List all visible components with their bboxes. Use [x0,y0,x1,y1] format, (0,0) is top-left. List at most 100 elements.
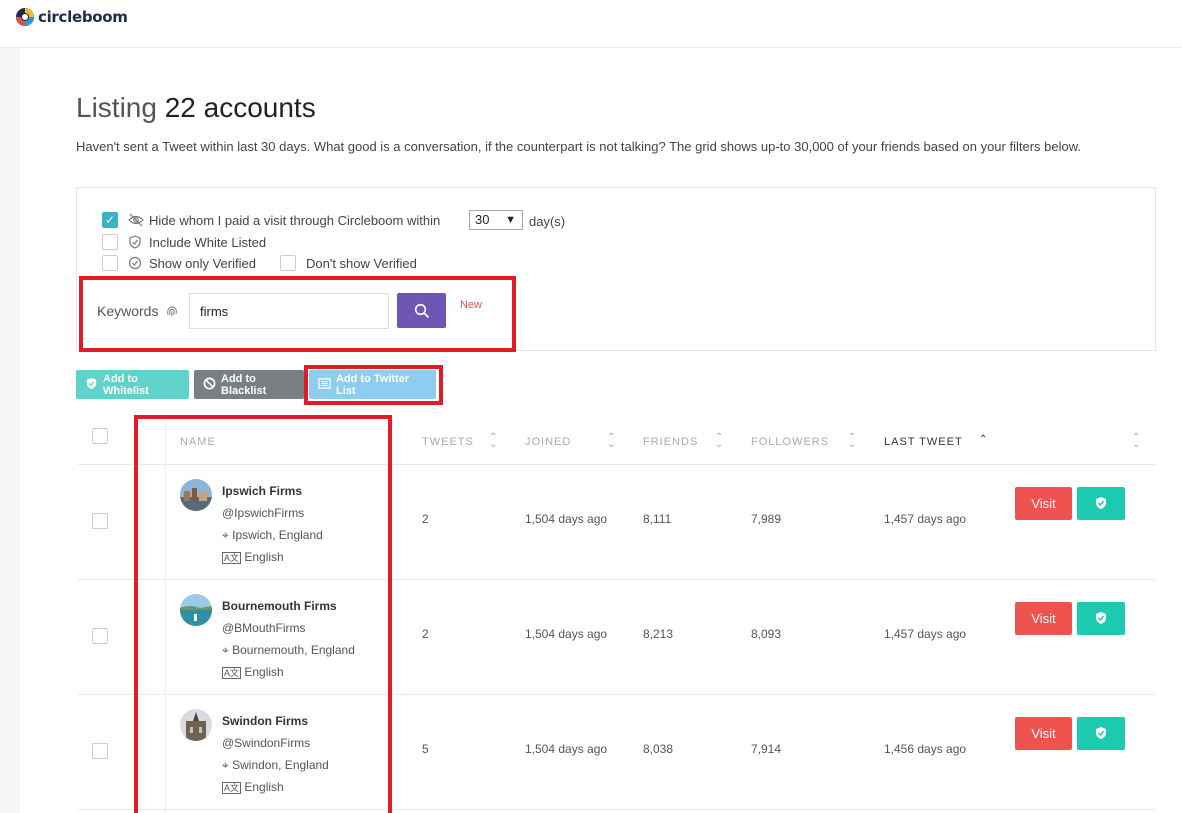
joined-value: 1,504 days ago [525,742,608,756]
sort-icon[interactable]: ⌃ ⌄ [489,433,497,450]
top-bar: circleboom [0,0,1182,48]
sort-icon[interactable]: ⌃ ⌄ [715,433,723,450]
tweets-count: 2 [422,512,429,526]
title-count: 22 accounts [164,92,316,123]
column-header-joined[interactable]: JOINED [525,436,571,448]
friends-count: 8,111 [643,512,672,526]
account-handle: @BMouthFirms [222,621,306,635]
add-to-blacklist-button[interactable]: Add to Blacklist [194,370,304,399]
days-select[interactable]: 30 ▼ [469,210,523,230]
days-suffix: day(s) [529,214,566,229]
left-sidebar-strip [0,48,20,813]
whitelist-button[interactable] [1077,487,1125,520]
show-only-verified-checkbox[interactable] [102,255,118,271]
language-icon: A文 [222,667,242,679]
tweets-count: 2 [422,627,429,641]
whitelist-button[interactable] [1077,602,1125,635]
location-text: Swindon, England [232,758,329,772]
select-all-checkbox[interactable] [92,428,108,444]
followers-count: 7,914 [751,742,782,756]
avatar[interactable] [180,594,212,626]
column-header-name[interactable]: NAME [180,436,216,448]
joined-value: 1,504 days ago [525,627,608,641]
language-text: English [244,665,284,679]
account-location: ⌖ Bournemouth, England [222,643,355,658]
verified-badge-icon [128,256,142,270]
avatar[interactable] [180,479,212,511]
add-to-twitter-list-button[interactable]: Add to Twitter List [309,370,436,399]
column-header-tweets[interactable]: TWEETS [422,436,474,448]
row-checkbox[interactable] [92,743,108,759]
location-pin-icon: ⌖ [222,758,229,772]
account-handle: @IpswichFirms [222,506,305,520]
shield-check-icon [129,235,141,249]
followers-count: 7,989 [751,512,782,526]
new-badge: New [460,299,483,311]
account-handle: @SwindonFirms [222,736,311,750]
account-language: A文 English [222,550,284,564]
account-location: ⌖ Swindon, England [222,758,329,773]
sort-icon[interactable]: ⌃ ⌄ [1132,433,1140,450]
account-language: A文 English [222,780,284,794]
logo-text: circleboom [38,8,128,26]
title-prefix: Listing [76,92,157,123]
row-divider [78,464,1155,465]
keywords-label: Keywords [97,303,179,319]
hide-visited-checkbox[interactable]: ✓ [102,212,118,228]
account-language: A文 English [222,665,284,679]
circleboom-logo[interactable]: circleboom [14,6,128,28]
column-divider [165,421,166,813]
row-checkbox[interactable] [92,628,108,644]
friends-count: 8,213 [643,627,674,641]
shield-check-icon [1096,727,1106,739]
visit-button[interactable]: Visit [1015,717,1072,750]
row-checkbox[interactable] [92,513,108,529]
add-to-twitter-list-label: Add to Twitter List [336,372,410,397]
row-divider [78,694,1155,695]
keywords-input[interactable] [189,293,389,329]
language-text: English [244,550,284,564]
list-icon [318,377,331,393]
shield-check-icon [1096,612,1106,624]
logo-mark-icon [16,8,34,26]
keywords-search-button[interactable] [397,293,446,328]
filters-panel: ✓ Hide whom I paid a visit through Circl… [76,187,1156,351]
sort-icon[interactable]: ⌃ ⌄ [848,433,856,450]
account-name[interactable]: Ipswich Firms [222,484,302,498]
visit-button[interactable]: Visit [1015,602,1072,635]
include-white-listed-label: Include White Listed [149,235,267,250]
add-to-whitelist-button[interactable]: Add to Whitelist [76,370,189,399]
days-select-value: 30 [475,212,490,227]
sort-icon[interactable]: ⌃ ⌄ [607,433,615,450]
last-tweet-value: 1,457 days ago [884,512,967,526]
joined-value: 1,504 days ago [525,512,608,526]
dont-show-verified-checkbox[interactable] [280,255,296,271]
last-tweet-value: 1,456 days ago [884,742,967,756]
friends-count: 8,038 [643,742,674,756]
keywords-label-text: Keywords [97,303,159,319]
column-header-friends[interactable]: FRIENDS [643,436,698,448]
visit-button[interactable]: Visit [1015,487,1072,520]
sort-ascending-icon[interactable]: ⌃ [979,435,987,445]
location-pin-icon: ⌖ [222,528,229,542]
fingerprint-icon [167,306,178,317]
page-title: Listing 22 accounts [76,92,316,124]
language-icon: A文 [222,782,242,794]
column-header-last-tweet[interactable]: LAST TWEET [884,436,963,448]
location-pin-icon: ⌖ [222,643,229,657]
location-text: Bournemouth, England [232,643,355,657]
location-text: Ipswich, England [232,528,323,542]
avatar[interactable] [180,709,212,741]
add-to-whitelist-label: Add to Whitelist [103,372,149,397]
column-header-followers[interactable]: FOLLOWERS [751,436,829,448]
row-divider [78,579,1155,580]
page-description: Haven't sent a Tweet within last 30 days… [76,139,1082,154]
whitelist-button[interactable] [1077,717,1125,750]
account-name[interactable]: Swindon Firms [222,714,308,728]
last-tweet-value: 1,457 days ago [884,627,967,641]
include-white-listed-checkbox[interactable] [102,234,118,250]
account-location: ⌖ Ipswich, England [222,528,323,543]
dont-show-verified-label: Don't show Verified [306,256,417,271]
followers-count: 8,093 [751,627,782,641]
account-name[interactable]: Bournemouth Firms [222,599,337,613]
